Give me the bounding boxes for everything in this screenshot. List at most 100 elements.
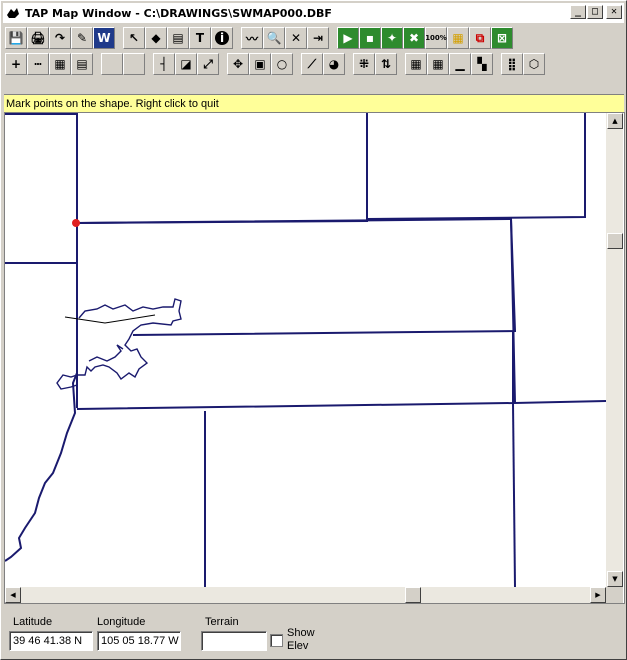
minimize-button[interactable]: _: [570, 5, 586, 19]
exit-button[interactable]: ⇥: [307, 27, 329, 49]
resize-button[interactable]: ⤢: [197, 53, 219, 75]
properties-button[interactable]: ▤: [167, 27, 189, 49]
red-tool-button[interactable]: ⧉: [469, 27, 491, 49]
matrix-button[interactable]: ▚: [471, 53, 493, 75]
corner-icon: ┤: [160, 57, 168, 71]
zoom-100-button[interactable]: 100%: [425, 27, 447, 49]
dots-grid-button[interactable]: ⣿: [501, 53, 523, 75]
grid-color-1-button[interactable]: ▦: [405, 53, 427, 75]
exit-icon: ⇥: [312, 31, 324, 45]
info-button[interactable]: i: [211, 27, 233, 49]
show-elev-checkbox[interactable]: [270, 634, 283, 647]
pie-chart-icon: ◕: [328, 57, 340, 71]
layers-button[interactable]: ▣: [249, 53, 271, 75]
pan-button[interactable]: ✥: [227, 53, 249, 75]
map-window: TAP Map Window - C:\DRAWINGS\SWMAP000.DB…: [0, 0, 627, 660]
notes-button[interactable]: ▤: [71, 53, 93, 75]
yellow-tool-icon: ▦: [452, 31, 464, 45]
zoom-100-icon: 100%: [425, 34, 447, 42]
longitude-label: Longitude: [97, 616, 146, 628]
boundary-line: [366, 113, 586, 220]
green-tool-2-icon: ▪: [365, 31, 375, 45]
arrows-button[interactable]: ⇅: [375, 53, 397, 75]
green-tool-4-button[interactable]: ✖: [403, 27, 425, 49]
show-elev-label-line2: Elev: [287, 640, 309, 652]
map-canvas[interactable]: [5, 113, 606, 587]
histogram-icon: ▁: [455, 57, 465, 71]
yellow-tool-button[interactable]: ▦: [447, 27, 469, 49]
search-icon: 🔍: [266, 31, 282, 45]
pointer-icon: ↖: [128, 31, 140, 45]
scroll-left-button[interactable]: ◀: [5, 587, 21, 603]
print-button[interactable]: 🖨: [27, 27, 49, 49]
delete-button[interactable]: ✕: [285, 27, 307, 49]
green-tool-3-button[interactable]: ✦: [381, 27, 403, 49]
save-button[interactable]: 💾: [5, 27, 27, 49]
grid-icon: ▦: [54, 57, 66, 71]
select-area-icon: ◆: [151, 31, 161, 45]
histogram-button[interactable]: ▁: [449, 53, 471, 75]
add-button[interactable]: +: [5, 53, 27, 75]
edit-document-button[interactable]: ✎: [71, 27, 93, 49]
horizontal-scroll-thumb[interactable]: [405, 587, 421, 603]
longitude-field[interactable]: 105 05 18.77 W: [97, 631, 181, 651]
scroll-corner: [606, 587, 623, 603]
scatter-button[interactable]: ⁜: [353, 53, 375, 75]
redo-button[interactable]: ↷: [49, 27, 71, 49]
text-tool-button[interactable]: T: [189, 27, 211, 49]
scroll-right-button[interactable]: ▶: [590, 587, 606, 603]
save-icon: 💾: [8, 31, 24, 45]
boundary-line: [76, 113, 368, 224]
shape-outline: [88, 344, 124, 362]
text-tool-icon: T: [195, 31, 205, 45]
scroll-up-button[interactable]: ▲: [607, 113, 623, 129]
lasso-button[interactable]: ○: [271, 53, 293, 75]
layers-icon: ▣: [254, 57, 266, 71]
print-icon: 🖨: [30, 31, 46, 45]
close-button[interactable]: ✕: [606, 5, 622, 19]
measure-route-icon: 〰: [245, 31, 258, 46]
edit-shape-button[interactable]: ◪: [175, 53, 197, 75]
edit-document-icon: ✎: [76, 31, 88, 45]
select-area-button[interactable]: ◆: [145, 27, 167, 49]
word-button[interactable]: W: [93, 27, 115, 49]
measure-route-button[interactable]: 〰: [241, 27, 263, 49]
boundary-line: [76, 217, 517, 336]
terrain-field[interactable]: [201, 631, 267, 651]
polygon-button[interactable]: ⬡: [523, 53, 545, 75]
scroll-down-button[interactable]: ▼: [607, 571, 623, 587]
blank-1-button[interactable]: [101, 53, 123, 75]
app-icon: [5, 5, 21, 21]
blank-2-button[interactable]: [123, 53, 145, 75]
lasso-icon: ○: [276, 57, 288, 71]
pie-chart-button[interactable]: ◕: [323, 53, 345, 75]
profile-button[interactable]: ⟋: [301, 53, 323, 75]
grid-color-2-button[interactable]: ▦: [427, 53, 449, 75]
shape-outline: [77, 298, 182, 381]
green-tool-5-button[interactable]: ⊠: [491, 27, 513, 49]
grid-button[interactable]: ▦: [49, 53, 71, 75]
map-drawing[interactable]: [5, 113, 606, 587]
vertical-scroll-thumb[interactable]: [607, 233, 623, 249]
dots-grid-icon: ⣿: [507, 57, 517, 71]
pointer-button[interactable]: ↖: [123, 27, 145, 49]
green-tool-4-icon: ✖: [408, 31, 420, 45]
ruler-button[interactable]: ┅: [27, 53, 49, 75]
add-icon: +: [10, 57, 22, 71]
search-button[interactable]: 🔍: [263, 27, 285, 49]
horizontal-scrollbar[interactable]: ◀ ▶: [5, 587, 606, 603]
marker-point: [72, 219, 80, 227]
latitude-field[interactable]: 39 46 41.38 N: [9, 631, 93, 651]
vertical-scrollbar[interactable]: ▲ ▼: [606, 113, 623, 587]
resize-icon: ⤢: [203, 56, 213, 71]
title-bar[interactable]: TAP Map Window - C:\DRAWINGS\SWMAP000.DB…: [3, 3, 624, 23]
corner-button[interactable]: ┤: [153, 53, 175, 75]
green-tool-2-button[interactable]: ▪: [359, 27, 381, 49]
boundary-line: [510, 218, 606, 405]
green-tool-1-button[interactable]: ▶: [337, 27, 359, 49]
word-icon: W: [97, 31, 111, 45]
main-toolbar: 💾 🖨 ↷ ✎ W ↖ ◆ ▤ Ti 〰 🔍 ✕ ⇥ ▶ ▪ ✦ ✖ 100% ▦ ⧉ ⊠: [5, 25, 521, 51]
polygon-icon: ⬡: [528, 57, 540, 71]
status-message: Mark points on the shape. Right click to…: [4, 94, 624, 112]
maximize-button[interactable]: □: [587, 5, 603, 19]
